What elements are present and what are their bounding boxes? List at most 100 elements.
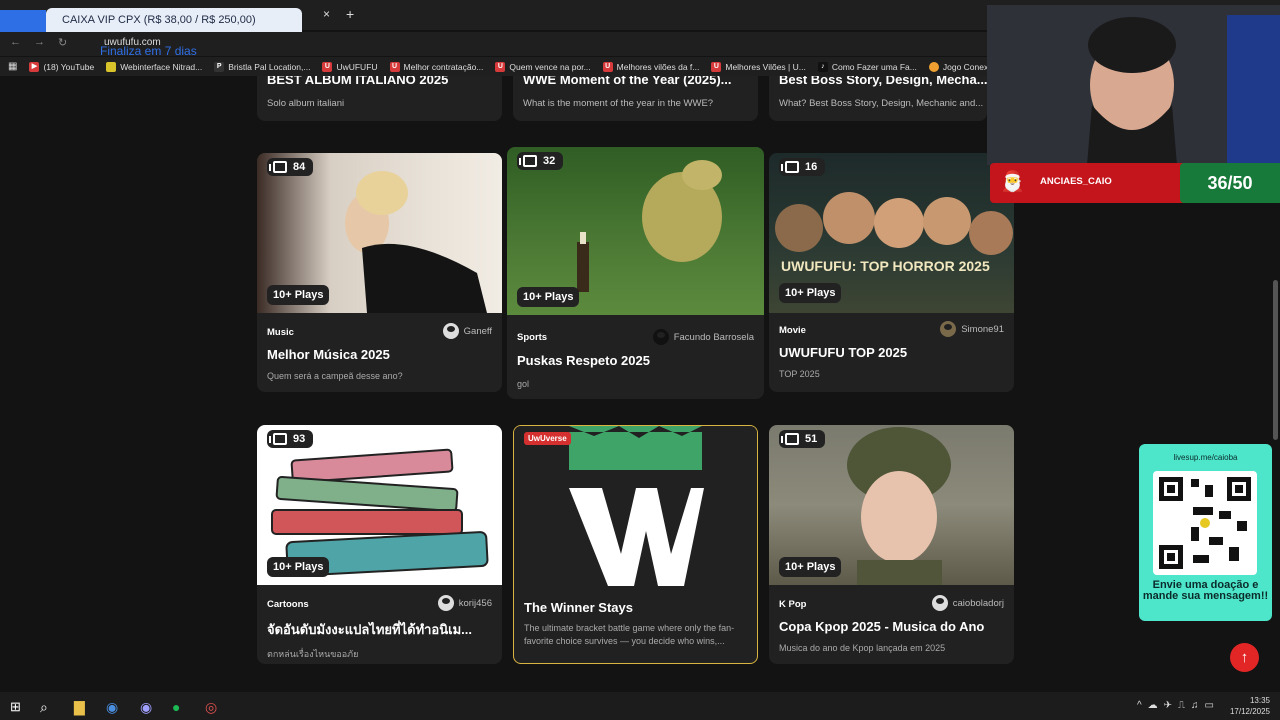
user-avatar-icon [437, 595, 454, 611]
active-tab[interactable]: CAIXA VIP CPX (R$ 38,00 / R$ 250,00) [46, 8, 302, 35]
close-tab-icon[interactable]: × [323, 7, 330, 21]
uwuverse-logo-icon [569, 426, 704, 586]
tiktok-icon: ♪ [817, 61, 828, 72]
uwufufu-icon: U [711, 61, 722, 72]
plays-badge: 10+ Plays [517, 287, 580, 307]
system-tray-icons[interactable]: ^☁✈⎍♫▭ [1137, 700, 1220, 711]
card-author[interactable]: caioboladorj [931, 595, 1004, 611]
card-thumbnail[interactable]: UWUFUFU: TOP HORROR 2025 16 10+ Plays [769, 153, 1014, 313]
plays-badge: 10+ Plays [267, 285, 330, 305]
card-description: gol [517, 379, 530, 389]
card-thumbnail[interactable]: 51 10+ Plays [769, 425, 1014, 585]
quiz-card[interactable]: 51 10+ Plays K Pop caioboladorj Copa Kpo… [769, 425, 1014, 664]
card-category: K Pop [779, 599, 807, 610]
bookmark-item[interactable]: ♪ Como Fazer uma Fa... [817, 61, 917, 72]
santa-icon: 🎅 [1000, 171, 1025, 193]
bookmark-item[interactable]: ▶ (18) YouTube [29, 61, 94, 72]
new-tab-button[interactable]: + [346, 6, 354, 22]
bookmark-item[interactable]: Webinterface Nitrad... [106, 61, 202, 72]
quiz-card[interactable]: WWE Moment of the Year (2025)... What is… [513, 76, 758, 121]
quiz-card[interactable]: 93 10+ Plays Cartoons korij456 จัดอันดับ… [257, 425, 502, 664]
donation-site: livesup.me/caioba [1173, 453, 1238, 462]
card-description: What? Best Boss Story, Design, Mechanic … [779, 98, 984, 109]
user-avatar-icon [931, 595, 948, 611]
card-description: TOP 2025 [779, 369, 820, 379]
donation-panel: livesup.me/caioba Envie uma doação e man… [1139, 444, 1272, 621]
item-count-badge: 93 [267, 430, 314, 448]
card-category: Music [267, 327, 294, 338]
plays-badge: 10+ Plays [779, 283, 842, 303]
uwufufu-icon: U [602, 61, 613, 72]
card-thumbnail[interactable]: 84 10+ Plays [257, 153, 502, 313]
quiz-card[interactable]: UWUFUFU: TOP HORROR 2025 16 10+ Plays Mo… [769, 153, 1014, 392]
card-description: Musica do ano de Kpop lançada em 2025 [779, 643, 946, 653]
spotify-icon[interactable]: ● [172, 699, 180, 715]
user-avatar-icon [940, 321, 957, 337]
reload-icon[interactable]: ↻ [58, 36, 67, 49]
card-description: ตกหล่นเรื่องไหนขออภัย [267, 649, 359, 659]
bookmark-item[interactable]: U Melhores Vilões | U... [711, 61, 806, 72]
quiz-card[interactable]: BEST ALBUM ITALIANO 2025 Solo album ital… [257, 76, 502, 121]
user-avatar-icon [442, 323, 459, 339]
item-count-badge: 16 [779, 158, 826, 176]
card-category: Movie [779, 325, 806, 336]
card-description: What is the moment of the year in the WW… [523, 98, 714, 109]
card-description: Solo album italiani [267, 98, 345, 109]
cards-icon [781, 161, 799, 173]
cards-icon [519, 155, 537, 167]
obs-icon[interactable]: ◎ [205, 699, 217, 716]
card-title: WWE Moment of the Year (2025)... [523, 76, 732, 87]
bookmarks-bar: ▦ ▶ (18) YouTube Webinterface Nitrad... P… [0, 57, 987, 76]
card-author[interactable]: Facundo Barrosela [652, 329, 754, 345]
card-title: UWUFUFU TOP 2025 [779, 345, 908, 360]
card-title: จัดอันดับมังงะแปลไทยที่ได้ทำอนิเม... [267, 622, 472, 637]
windows-taskbar: ⊞ ⌕ ▇ ◉ ◉ ● ◎ ^☁✈⎍♫▭ 13:35 17/12/2025 [0, 692, 1280, 720]
item-count-badge: 51 [779, 430, 826, 448]
card-thumbnail[interactable]: UwUverse [514, 426, 757, 586]
scroll-to-top-button[interactable]: ↑ [1230, 643, 1259, 672]
card-category: Sports [517, 332, 548, 343]
bookmark-item[interactable]: U Melhor contratação... [389, 61, 483, 72]
card-author[interactable]: korij456 [437, 595, 492, 611]
twitter-handle: ANCIAES_CAIO [1040, 176, 1112, 187]
uwuverse-badge: UwUverse [524, 432, 571, 445]
windows-start-icon[interactable]: ⊞ [10, 699, 21, 715]
item-count-badge: 32 [517, 152, 564, 170]
uwuverse-card[interactable]: UwUverse The Winner Stays The ultimate b… [513, 425, 758, 664]
uwufufu-icon: U [389, 61, 400, 72]
user-avatar-icon [652, 329, 669, 345]
bookmark-item[interactable]: U UwUFUFU [322, 61, 378, 72]
card-author[interactable]: Ganeff [442, 323, 492, 339]
quiz-card[interactable]: 84 10+ Plays Music Ganeff Melhor Música … [257, 153, 502, 392]
card-title: The Winner Stays [524, 600, 633, 615]
apps-icon[interactable]: ▦ [8, 61, 17, 72]
card-author[interactable]: Simone91 [940, 321, 1004, 337]
bookmark-item[interactable]: Jogo Conexões Esp... [928, 61, 987, 72]
card-thumbnail[interactable]: 32 10+ Plays [507, 147, 764, 315]
uwufufu-icon: U [495, 61, 506, 72]
bookmark-item[interactable]: P Bristla Pal Location,... [214, 61, 310, 72]
youtube-icon: ▶ [29, 61, 40, 72]
forward-icon[interactable]: → [34, 36, 45, 48]
card-thumbnail[interactable]: 93 10+ Plays [257, 425, 502, 585]
card-category: Cartoons [267, 599, 309, 610]
cards-icon [269, 433, 287, 445]
goal-counter: 36/50 [1180, 163, 1280, 203]
qr-code-icon [1153, 471, 1257, 575]
plays-badge: 10+ Plays [779, 557, 842, 577]
palworld-icon: P [214, 61, 225, 72]
discord-icon[interactable]: ◉ [140, 699, 152, 716]
bookmark-item[interactable]: U Melhores vilões da f... [602, 61, 699, 72]
file-explorer-icon[interactable]: ▇ [74, 699, 85, 716]
uwufufu-icon: U [322, 61, 333, 72]
cards-icon [269, 161, 287, 173]
bookmark-item[interactable]: U Quem vence na por... [495, 61, 591, 72]
taskbar-clock[interactable]: 13:35 17/12/2025 [1230, 695, 1270, 717]
back-icon[interactable]: ← [10, 36, 21, 48]
page-scrollbar[interactable] [1273, 280, 1278, 440]
quiz-card[interactable]: Best Boss Story, Design, Mecha... What? … [769, 76, 987, 121]
quiz-card[interactable]: 32 10+ Plays Sports Facundo Barrosela Pu… [507, 147, 764, 399]
search-icon[interactable]: ⌕ [40, 699, 48, 716]
card-description: Quem será a campeã desse ano? [267, 371, 403, 381]
chrome-icon[interactable]: ◉ [106, 699, 118, 716]
